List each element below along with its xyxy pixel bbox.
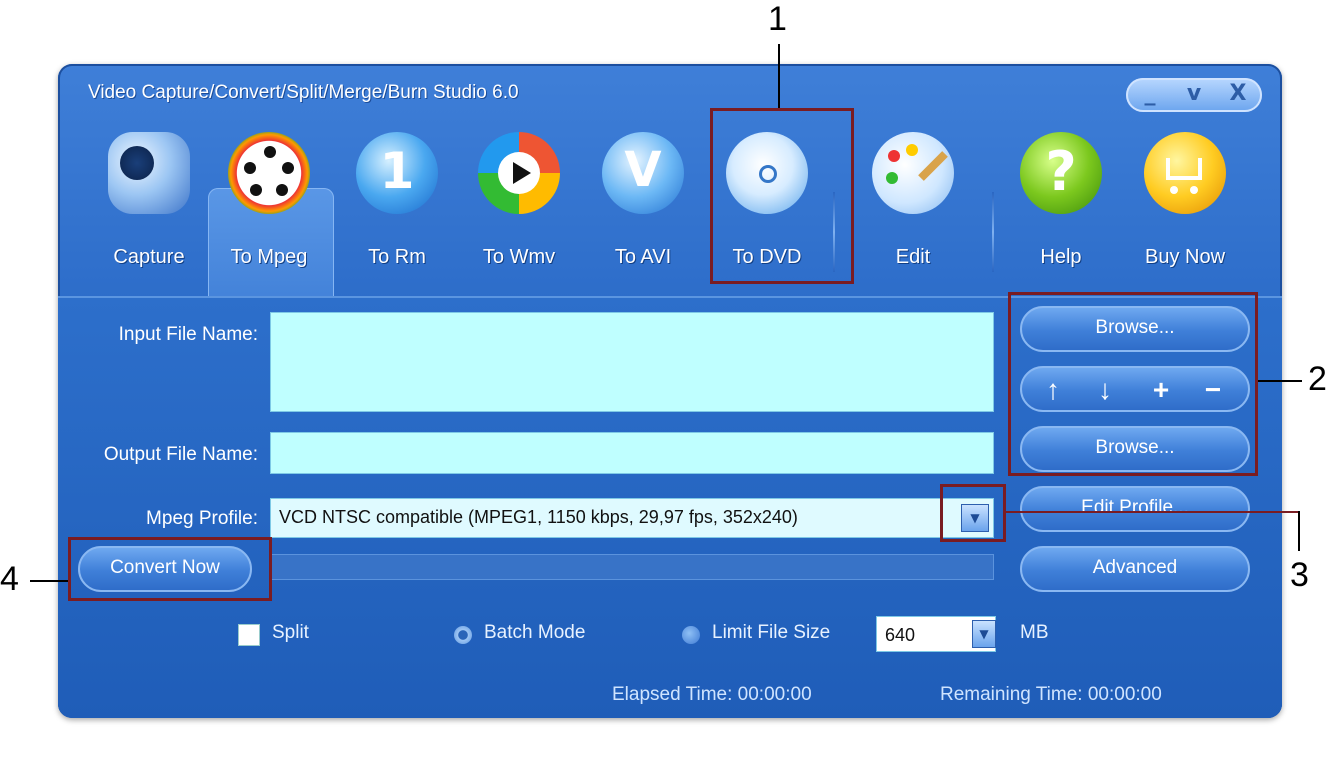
tool-buy-now[interactable]: Buy Now	[1126, 124, 1244, 284]
limit-file-size-label: Limit File Size	[712, 622, 831, 643]
split-label: Split	[272, 622, 309, 643]
callout-2-box	[1008, 292, 1258, 476]
help-question-icon: ?	[1020, 132, 1102, 214]
camcorder-icon	[108, 132, 190, 214]
batch-mode-label: Batch Mode	[484, 622, 586, 643]
edit-profile-button[interactable]: Edit Profile...	[1020, 486, 1250, 532]
callout-1-number: 1	[768, 0, 787, 38]
paint-palette-icon	[872, 132, 954, 214]
split-checkbox[interactable]	[238, 624, 260, 646]
tool-to-rm[interactable]: 1 To Rm	[338, 124, 456, 284]
output-file-field[interactable]	[270, 432, 994, 474]
elapsed-time: Elapsed Time: 00:00:00	[612, 684, 812, 705]
close-button[interactable]: X	[1216, 78, 1260, 112]
avi-v-icon: V	[602, 132, 684, 214]
mpeg-profile-value: VCD NTSC compatible (MPEG1, 1150 kbps, 2…	[279, 507, 798, 527]
size-unit-label: MB	[1020, 622, 1049, 643]
advanced-button[interactable]: Advanced	[1020, 546, 1250, 592]
batch-mode-radio[interactable]	[454, 626, 472, 644]
shopping-cart-icon	[1144, 132, 1226, 214]
mpeg-profile-select[interactable]: VCD NTSC compatible (MPEG1, 1150 kbps, 2…	[270, 498, 994, 538]
film-reel-icon	[228, 132, 310, 214]
menu-dropdown-button[interactable]: v	[1172, 78, 1216, 112]
toolbar: Capture To Mpeg 1 To Rm To Wmv V To AVI …	[58, 124, 1282, 342]
tool-to-avi[interactable]: V To AVI	[584, 124, 702, 284]
callout-1-line	[778, 44, 780, 110]
tool-capture[interactable]: Capture	[90, 124, 208, 284]
tool-to-rm-label: To Rm	[368, 246, 426, 268]
realmedia-icon: 1	[356, 132, 438, 214]
tool-to-mpeg[interactable]: To Mpeg	[210, 124, 328, 284]
callout-3-line-v	[1298, 511, 1300, 551]
tool-to-wmv-label: To Wmv	[482, 246, 556, 268]
tool-buy-now-label: Buy Now	[1144, 246, 1226, 268]
size-dropdown-button[interactable]: ▼	[972, 620, 996, 648]
windows-media-icon	[478, 132, 560, 214]
mpeg-profile-label: Mpeg Profile:	[146, 508, 258, 529]
callout-1-box	[710, 108, 854, 284]
output-file-label: Output File Name:	[103, 444, 258, 465]
tool-to-wmv[interactable]: To Wmv	[460, 124, 578, 284]
tool-to-avi-label: To AVI	[614, 246, 672, 268]
callout-4-line	[30, 580, 70, 582]
tool-to-mpeg-label: To Mpeg	[230, 246, 308, 268]
input-file-label: Input File Name:	[118, 324, 258, 345]
callout-4-number: 4	[0, 560, 19, 598]
input-file-field[interactable]	[270, 312, 994, 412]
remaining-time: Remaining Time: 00:00:00	[940, 684, 1162, 705]
window-controls: _ v X	[1126, 78, 1262, 112]
callout-2-number: 2	[1308, 360, 1327, 398]
tool-edit[interactable]: Edit	[854, 124, 972, 284]
limit-file-size-radio[interactable]	[682, 626, 700, 644]
progress-bar	[270, 554, 994, 580]
size-value: 640	[885, 625, 916, 645]
callout-3-box	[940, 484, 1006, 542]
callout-3-line-h	[1006, 511, 1300, 513]
tool-help-label: Help	[1040, 246, 1082, 268]
tool-help[interactable]: ? Help	[1002, 124, 1120, 284]
callout-2-line	[1258, 380, 1302, 382]
toolbar-separator	[992, 192, 994, 272]
callout-3-number: 3	[1290, 556, 1309, 594]
tool-capture-label: Capture	[113, 246, 185, 268]
minimize-button[interactable]: _	[1128, 78, 1172, 112]
tool-edit-label: Edit	[895, 246, 931, 268]
window-title: Video Capture/Convert/Split/Merge/Burn S…	[88, 82, 519, 103]
callout-4-box	[68, 537, 272, 601]
